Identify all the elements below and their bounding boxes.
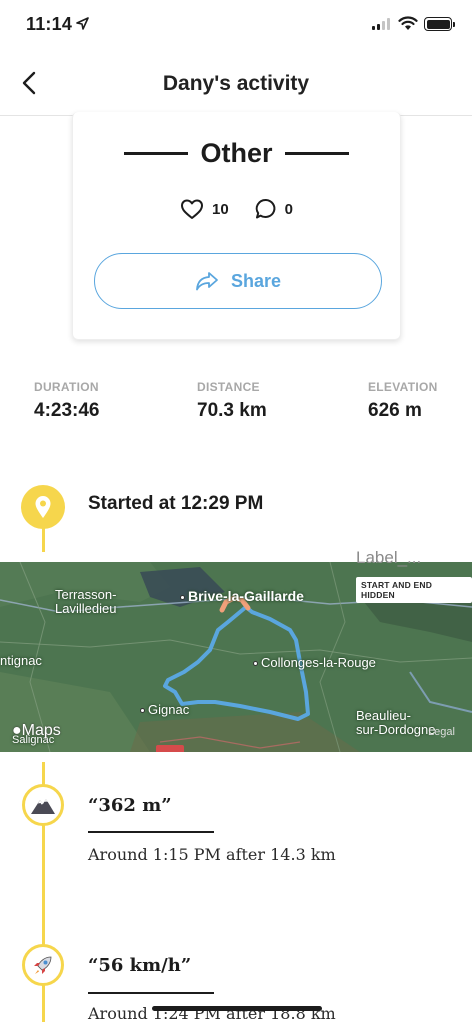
start-pin [21, 485, 65, 529]
start-end-hidden-badge: START AND END HIDDEN [356, 577, 472, 603]
milestone-title: “362 m” [88, 795, 172, 816]
milestone-subtitle: Around 1:15 PM after 14.3 km [88, 845, 336, 864]
stat-label: DISTANCE [197, 380, 260, 394]
map-place-label: Gignac [140, 702, 189, 717]
place-name: Beaulieu- sur-Dordogne [356, 708, 436, 737]
cell-signal-icon [372, 18, 390, 30]
milestone-icon [22, 784, 64, 826]
maps-attribution: ●Maps [12, 722, 61, 740]
milestone-title: “56 km/h” [88, 955, 192, 976]
map-place-label: ntignac [0, 653, 42, 668]
heart-icon [180, 199, 203, 219]
share-arrow-icon [196, 272, 218, 291]
milestone-divider [88, 831, 214, 833]
map-place-label: Terrasson- Lavilledieu [55, 588, 116, 616]
start-time-text: Started at 12:29 PM [88, 493, 264, 514]
share-button[interactable]: Share [94, 253, 382, 309]
comment-count: 0 [284, 200, 294, 218]
map-place-label: Brive-la-Gaillarde [180, 588, 304, 604]
maps-attribution-text: Maps [21, 722, 61, 739]
stat-elevation: ELEVATION 626 m [368, 380, 438, 422]
share-label: Share [230, 270, 282, 291]
milestone-icon [22, 944, 64, 986]
stat-label: ELEVATION [368, 380, 438, 394]
social-bar: 10 0 [73, 198, 400, 220]
mountain-icon [31, 799, 55, 814]
page-title: Dany's activity [162, 72, 310, 95]
battery-icon [424, 17, 455, 31]
stat-distance: DISTANCE 70.3 km [197, 380, 267, 422]
wifi-icon [398, 16, 418, 30]
activity-type-heading: Other [73, 138, 400, 169]
rocket-icon [34, 956, 52, 974]
stat-value: 626 m [368, 400, 422, 421]
home-indicator [152, 1006, 322, 1011]
location-arrow-icon [76, 17, 89, 30]
map-place-label: Beaulieu- sur-Dordogne [356, 709, 436, 737]
like-count: 10 [211, 200, 229, 218]
map-place-label: Collonges-la-Rouge [253, 655, 376, 670]
place-name: Terrasson- Lavilledieu [55, 587, 117, 616]
stat-label: DURATION [34, 380, 99, 394]
heading-rule-right [284, 152, 349, 155]
stat-value: 4:23:46 [34, 400, 100, 421]
activity-stats: DURATION 4:23:46 DISTANCE 70.3 km ELEVAT… [0, 380, 472, 430]
place-name: Gignac [148, 702, 190, 717]
status-time: 11:14 [26, 14, 73, 34]
stat-duration: DURATION 4:23:46 [34, 380, 100, 422]
milestone-divider [88, 992, 214, 994]
comment-button[interactable]: 0 [255, 198, 293, 220]
place-name: Brive-la-Gaillarde [188, 588, 304, 604]
like-button[interactable]: 10 [180, 198, 229, 220]
heading-rule-left [124, 152, 189, 155]
nav-header: Dany's activity [0, 56, 472, 116]
status-bar: 11:14 [0, 0, 472, 52]
apple-logo-icon: ● [12, 722, 22, 739]
activity-card: Other 10 0 Share [72, 112, 401, 340]
stat-value: 70.3 km [197, 400, 267, 421]
map-overlay-label: Label_... [356, 548, 422, 567]
activity-type: Other [200, 138, 273, 168]
legal-link[interactable]: Legal [428, 726, 455, 738]
place-name: Collonges-la-Rouge [261, 655, 376, 670]
place-name: ntignac [0, 653, 42, 668]
map-pin-icon [35, 496, 51, 518]
comment-icon [255, 198, 276, 219]
